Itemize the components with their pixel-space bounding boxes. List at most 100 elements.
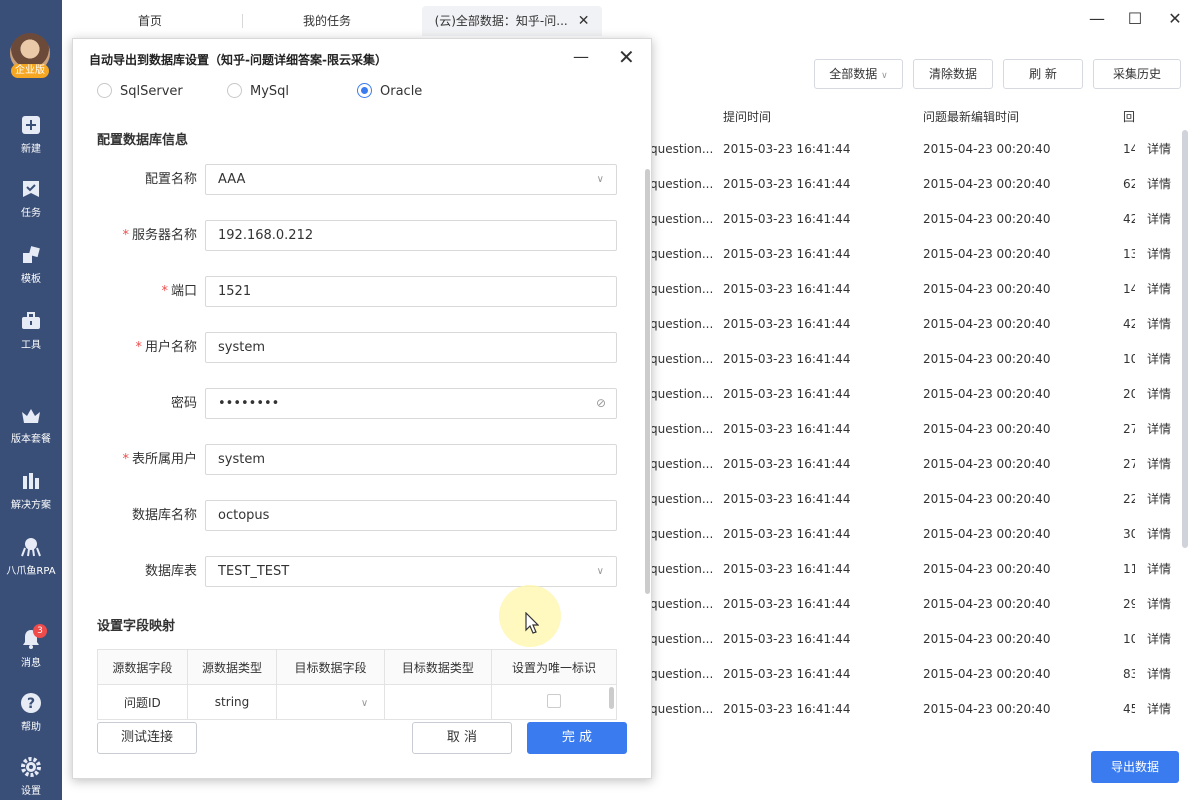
detail-link[interactable]: 详情 <box>1147 307 1171 342</box>
tab-cloud-data[interactable]: (云)全部数据：知乎-问... ✕ <box>422 6 602 36</box>
template-icon <box>20 244 42 266</box>
detail-link[interactable]: 详情 <box>1147 657 1171 692</box>
detail-link[interactable]: 详情 <box>1147 167 1171 202</box>
detail-link[interactable]: 详情 <box>1147 482 1171 517</box>
chevron-down-icon: ∨ <box>596 174 604 185</box>
detail-link[interactable]: 详情 <box>1147 237 1171 272</box>
edit-time-cell: 2015-04-23 00:20:40 <box>923 142 1051 156</box>
question-cell: question... <box>650 352 714 366</box>
sidebar-item-rpa[interactable]: 八爪鱼RPA <box>0 536 62 577</box>
table-row: question... 2015-03-23 16:41:44 2015-04-23… <box>650 377 1180 412</box>
help-icon: ? <box>20 692 42 714</box>
answers-cell: 62 <box>1123 177 1135 191</box>
close-icon[interactable]: ✕ <box>618 45 635 69</box>
detail-link[interactable]: 详情 <box>1147 412 1171 447</box>
detail-link[interactable]: 详情 <box>1147 692 1171 727</box>
config-name-label: 配置名称 <box>144 172 197 187</box>
question-cell: question... <box>650 142 714 156</box>
sidebar-item-template[interactable]: 模板 <box>0 244 62 285</box>
config-name-select[interactable]: AAA ∨ <box>205 164 617 195</box>
detail-link[interactable]: 详情 <box>1147 552 1171 587</box>
sidebar-item-new[interactable]: 新建 <box>0 114 62 155</box>
task-icon <box>20 178 42 200</box>
column-header-edit-time[interactable]: 问题最新编辑时间 <box>923 108 1019 125</box>
sidebar-item-plans[interactable]: 版本套餐 <box>0 404 62 445</box>
database-table-select[interactable]: TEST_TEST ∨ <box>205 556 617 587</box>
tab-my-tasks[interactable]: 我的任务 <box>282 6 372 36</box>
ask-time-cell: 2015-03-23 16:41:44 <box>723 247 851 261</box>
window-close-icon[interactable]: ✕ <box>1160 6 1190 32</box>
edit-time-cell: 2015-04-23 00:20:40 <box>923 212 1051 226</box>
unique-key-checkbox[interactable] <box>547 693 561 708</box>
export-data-button[interactable]: 导出数据 <box>1091 751 1179 783</box>
password-input[interactable]: •••••••• ⊘ <box>205 388 617 419</box>
close-icon[interactable]: ✕ <box>578 13 590 29</box>
detail-link[interactable]: 详情 <box>1147 622 1171 657</box>
detail-link[interactable]: 详情 <box>1147 202 1171 237</box>
ask-time-cell: 2015-03-23 16:41:44 <box>723 667 851 681</box>
server-name-input[interactable]: 192.168.0.212 <box>205 220 617 251</box>
sidebar-item-tools[interactable]: 工具 <box>0 310 62 351</box>
edit-time-cell: 2015-04-23 00:20:40 <box>923 247 1051 261</box>
radio-mysql[interactable]: MySql <box>227 83 289 100</box>
column-header-ask-time[interactable]: 提问时间 <box>723 108 771 125</box>
edit-time-cell: 2015-04-23 00:20:40 <box>923 562 1051 576</box>
detail-link[interactable]: 详情 <box>1147 517 1171 552</box>
radio-label: SqlServer <box>120 84 183 99</box>
sidebar-item-settings[interactable]: 设置 <box>0 756 62 797</box>
done-button[interactable]: 完 成 <box>527 722 627 754</box>
password-label: 密码 <box>170 396 197 411</box>
sidebar-item-label: 模板 <box>21 274 41 285</box>
question-cell: question... <box>650 667 714 681</box>
database-name-label: 数据库名称 <box>131 508 197 523</box>
table-row: question... 2015-03-23 16:41:44 2015-04-23… <box>650 692 1180 727</box>
sidebar-item-help[interactable]: ? 帮助 <box>0 692 62 733</box>
port-input[interactable]: 1521 <box>205 276 617 307</box>
radio-sqlserver[interactable]: SqlServer <box>97 83 183 100</box>
detail-link[interactable]: 详情 <box>1147 272 1171 307</box>
detail-link[interactable]: 详情 <box>1147 342 1171 377</box>
eye-off-icon[interactable]: ⊘ <box>596 389 606 418</box>
data-filter-select[interactable]: 全部数据 ∨ <box>814 59 903 89</box>
answers-cell: 42 <box>1123 317 1135 331</box>
table-row: question... 2015-03-23 16:41:44 2015-04-23… <box>650 132 1180 167</box>
ask-time-cell: 2015-03-23 16:41:44 <box>723 422 851 436</box>
detail-link[interactable]: 详情 <box>1147 377 1171 412</box>
cancel-button[interactable]: 取 消 <box>412 722 512 754</box>
radio-oracle[interactable]: Oracle <box>357 83 422 100</box>
test-connection-button[interactable]: 测试连接 <box>97 722 197 754</box>
mapping-scrollbar[interactable] <box>609 687 614 709</box>
history-button[interactable]: 采集历史 <box>1093 59 1181 89</box>
minimize-icon[interactable]: — <box>1082 6 1112 32</box>
radio-dot <box>97 83 112 98</box>
sidebar-item-label: 新建 <box>21 144 41 155</box>
target-field-select[interactable]: ∨ <box>276 684 385 720</box>
radio-label: MySql <box>250 84 290 99</box>
refresh-button[interactable]: 刷 新 <box>1003 59 1083 89</box>
detail-link[interactable]: 详情 <box>1147 447 1171 482</box>
tab-label: (云)全部数据：知乎-问... <box>434 14 568 28</box>
minimize-icon[interactable]: — <box>573 47 589 66</box>
message-count-badge: 3 <box>33 624 47 638</box>
rpa-icon <box>20 536 42 558</box>
dialog-scrollbar[interactable] <box>645 169 650 594</box>
sidebar-item-solutions[interactable]: 解决方案 <box>0 470 62 511</box>
sidebar-item-task[interactable]: 任务 <box>0 178 62 219</box>
tab-home[interactable]: 首页 <box>120 6 180 36</box>
maximize-icon[interactable]: ☐ <box>1120 6 1150 32</box>
ask-time-cell: 2015-03-23 16:41:44 <box>723 282 851 296</box>
database-name-input[interactable]: octopus <box>205 500 617 531</box>
username-input[interactable]: system <box>205 332 617 363</box>
table-row: question... 2015-03-23 16:41:44 2015-04-23… <box>650 552 1180 587</box>
clear-data-button[interactable]: 清除数据 <box>913 59 993 89</box>
svg-text:?: ? <box>27 696 35 712</box>
detail-link[interactable]: 详情 <box>1147 587 1171 622</box>
answers-cell: 14 <box>1123 282 1135 296</box>
column-header-answers[interactable]: 回 <box>1123 108 1137 125</box>
question-cell: question... <box>650 317 714 331</box>
detail-link[interactable]: 详情 <box>1147 132 1171 167</box>
unique-key-cell <box>491 684 617 720</box>
sidebar-item-messages[interactable]: 3 消息 <box>0 624 62 669</box>
table-scrollbar[interactable] <box>1182 130 1188 548</box>
table-owner-input[interactable]: system <box>205 444 617 475</box>
